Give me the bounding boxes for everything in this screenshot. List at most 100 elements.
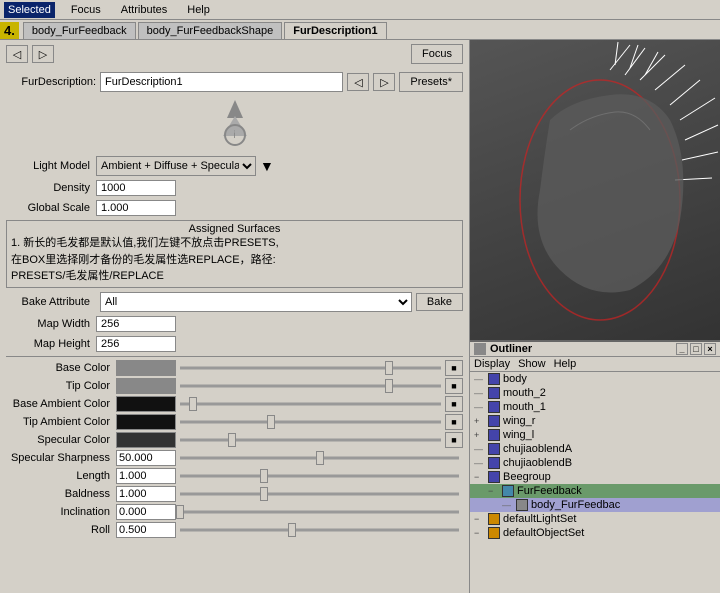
map-width-input[interactable] (96, 316, 176, 332)
fur-nav-fwd-btn[interactable]: ▷ (32, 45, 54, 63)
tip-ambient-thumb[interactable] (267, 415, 275, 429)
base-color-label: Base Color (6, 362, 116, 374)
outliner-title: Outliner (490, 343, 532, 355)
outliner-item-default-object-set[interactable]: − defaultObjectSet (470, 526, 720, 540)
baldness-thumb[interactable] (260, 487, 268, 501)
specular-sharpness-thumb[interactable] (316, 451, 324, 465)
tip-ambient-swatch[interactable] (116, 414, 176, 430)
focus-button[interactable]: Focus (411, 44, 463, 64)
fur-nav-prev-btn[interactable]: ◁ (347, 73, 369, 91)
map-width-label: Map Width (6, 318, 96, 330)
outliner-item-body[interactable]: — body (470, 372, 720, 386)
tip-color-row: Tip Color ■ (0, 377, 469, 395)
menu-focus[interactable]: Focus (67, 2, 105, 18)
baldness-label: Baldness (6, 488, 116, 500)
outliner-item-default-light-set[interactable]: − defaultLightSet (470, 512, 720, 526)
outliner-item-body-furfeedbac[interactable]: — body_FurFeedbac (470, 498, 720, 512)
tip-color-thumb[interactable] (385, 379, 393, 393)
menu-selected[interactable]: Selected (4, 2, 55, 18)
base-color-btn[interactable]: ■ (445, 360, 463, 376)
bake-select[interactable]: All (100, 292, 412, 312)
base-ambient-slider-track[interactable] (180, 396, 441, 412)
length-track[interactable] (180, 468, 459, 484)
tip-ambient-slider-track[interactable] (180, 414, 441, 430)
divider-1 (6, 356, 463, 357)
fur-nav-next-btn[interactable]: ▷ (373, 73, 395, 91)
outliner-display-menu[interactable]: Display (474, 358, 510, 370)
fur-nav-back-btn[interactable]: ◁ (6, 45, 28, 63)
baldness-input[interactable] (116, 486, 176, 502)
inclination-input[interactable] (116, 504, 176, 520)
specular-slider-track[interactable] (180, 432, 441, 448)
outliner-item-beegroup[interactable]: − Beegroup (470, 470, 720, 484)
roll-track[interactable] (180, 522, 459, 538)
tab-fur-description1[interactable]: FurDescription1 (284, 22, 386, 39)
map-height-input[interactable] (96, 336, 176, 352)
color-wingr (488, 415, 500, 427)
outliner-item-mouth2[interactable]: — mouth_2 (470, 386, 720, 400)
inclination-track[interactable] (180, 504, 459, 520)
menu-attributes[interactable]: Attributes (117, 2, 171, 18)
base-color-slider-track[interactable] (180, 360, 441, 376)
outliner-item-mouth1[interactable]: — mouth_1 (470, 400, 720, 414)
roll-input[interactable] (116, 522, 176, 538)
specular-thumb[interactable] (228, 433, 236, 447)
color-chujiaoblendb (488, 457, 500, 469)
bake-label: Bake Attribute (6, 296, 96, 308)
specular-color-row: Specular Color ■ (0, 431, 469, 449)
specular-sharpness-track[interactable] (180, 450, 459, 466)
base-color-swatch[interactable] (116, 360, 176, 376)
menu-help[interactable]: Help (183, 2, 214, 18)
tab-body-fur-feedback[interactable]: body_FurFeedback (23, 22, 136, 39)
base-ambient-thumb[interactable] (189, 397, 197, 411)
outliner-min-btn[interactable]: _ (676, 343, 688, 355)
light-model-select[interactable]: Ambient + Diffuse + Specular (96, 156, 256, 176)
tip-ambient-btn[interactable]: ■ (445, 414, 463, 430)
length-label: Length (6, 470, 116, 482)
inclination-label: Inclination (6, 506, 116, 518)
expand-icon-furfeedback: − (488, 486, 502, 496)
assigned-line1: 1. 新长的毛发都是默认值,我们左键不放点击PRESETS, (11, 235, 458, 252)
outliner-show-menu[interactable]: Show (518, 358, 546, 370)
tab-body-fur-feedback-shape[interactable]: body_FurFeedbackShape (138, 22, 283, 39)
specular-sharpness-input[interactable] (116, 450, 176, 466)
outliner-item-furfeedback[interactable]: − FurFeedback (470, 484, 720, 498)
outliner-list[interactable]: — body — mouth_2 — mouth_1 (470, 372, 720, 593)
density-input[interactable] (96, 180, 176, 196)
global-scale-row: Global Scale (0, 198, 469, 218)
outliner-help-menu[interactable]: Help (554, 358, 577, 370)
baldness-track[interactable] (180, 486, 459, 502)
outliner-max-btn[interactable]: □ (690, 343, 702, 355)
roll-thumb[interactable] (288, 523, 296, 537)
specular-btn[interactable]: ■ (445, 432, 463, 448)
fur-desc-row: ◁ ▷ Focus (0, 40, 469, 68)
specular-color-label: Specular Color (6, 434, 116, 446)
expand-icon-beegroup: − (474, 472, 488, 482)
specular-swatch[interactable] (116, 432, 176, 448)
outliner-item-wingr[interactable]: + wing_r (470, 414, 720, 428)
viewport-3d (470, 40, 720, 340)
global-scale-input[interactable] (96, 200, 176, 216)
roll-row: Roll (0, 521, 469, 539)
outliner-icon (474, 343, 486, 355)
length-input[interactable] (116, 468, 176, 484)
bake-button[interactable]: Bake (416, 293, 463, 311)
base-ambient-btn[interactable]: ■ (445, 396, 463, 412)
tip-color-swatch[interactable] (116, 378, 176, 394)
outliner-item-wingl[interactable]: + wing_l (470, 428, 720, 442)
outliner-item-chujiaoblenda[interactable]: — chujiaoblendA (470, 442, 720, 456)
outliner-close-btn[interactable]: × (704, 343, 716, 355)
label-default-object-set: defaultObjectSet (503, 527, 584, 539)
base-ambient-swatch[interactable] (116, 396, 176, 412)
length-thumb[interactable] (260, 469, 268, 483)
outliner-item-chujiaoblendb[interactable]: — chujiaoblendB (470, 456, 720, 470)
tip-color-btn[interactable]: ■ (445, 378, 463, 394)
base-color-thumb[interactable] (385, 361, 393, 375)
baldness-row: Baldness (0, 485, 469, 503)
expand-icon-default-light: − (474, 514, 488, 524)
inclination-thumb[interactable] (176, 505, 184, 519)
tip-color-slider-track[interactable] (180, 378, 441, 394)
fur-desc-input[interactable] (100, 72, 343, 92)
presets-button[interactable]: Presets* (399, 72, 463, 92)
light-model-expand-icon[interactable]: ▼ (260, 158, 274, 174)
